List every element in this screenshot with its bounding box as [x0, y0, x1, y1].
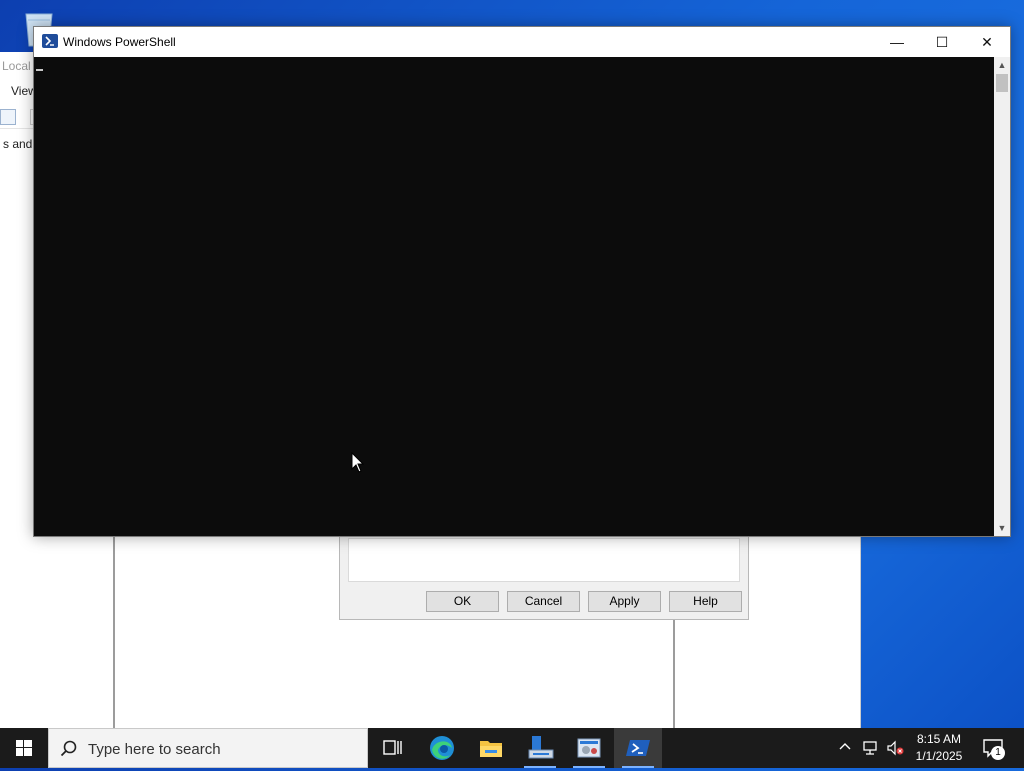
scroll-up-arrow-icon[interactable]: ▲: [994, 57, 1010, 73]
maximize-button[interactable]: ☐: [919, 27, 965, 57]
show-hidden-icons-chevron-icon[interactable]: [838, 740, 852, 757]
properties-content-panel: [348, 538, 740, 582]
vertical-scrollbar[interactable]: ▲ ▼: [994, 57, 1010, 536]
powershell-titlebar[interactable]: Windows PowerShell — ☐ ✕: [34, 27, 1010, 57]
powershell-window: Windows PowerShell — ☐ ✕ ▲ ▼: [33, 26, 1011, 537]
notification-count-badge: 1: [991, 746, 1005, 760]
action-center-button[interactable]: 1: [976, 728, 1016, 768]
mouse-pointer-icon: [351, 451, 365, 477]
search-placeholder: Type here to search: [88, 741, 221, 758]
windows-logo-icon: [16, 740, 32, 756]
clock-date[interactable]: 1/1/2025: [908, 749, 970, 763]
edge-button[interactable]: [418, 728, 466, 768]
ok-button[interactable]: OK: [426, 591, 499, 612]
edge-icon: [430, 736, 454, 760]
task-view-icon: [383, 740, 402, 755]
file-explorer-icon: [480, 741, 502, 757]
powershell-icon: [626, 740, 650, 756]
mmc-button[interactable]: [565, 728, 613, 768]
text-cursor: [36, 69, 43, 71]
clock-time[interactable]: 8:15 AM: [908, 732, 970, 746]
cancel-button[interactable]: Cancel: [507, 591, 580, 612]
network-icon[interactable]: [862, 739, 880, 760]
server-manager-button[interactable]: [516, 728, 564, 768]
taskbar: Type here to search 8:15 AM 1/1/2025 1: [0, 728, 1024, 768]
powershell-console[interactable]: [34, 57, 994, 536]
background-window-title: Local: [2, 59, 31, 73]
task-view-button[interactable]: [368, 728, 416, 768]
scroll-down-arrow-icon[interactable]: ▼: [994, 520, 1010, 536]
minimize-button[interactable]: —: [874, 27, 920, 57]
search-icon: [60, 740, 78, 761]
apply-button[interactable]: Apply: [588, 591, 661, 612]
mmc-icon: [577, 738, 601, 758]
powershell-taskbar-button[interactable]: [614, 728, 662, 768]
scrollbar-thumb[interactable]: [996, 74, 1008, 92]
window-title: Windows PowerShell: [63, 35, 176, 49]
start-button[interactable]: [0, 728, 48, 768]
server-manager-icon: [528, 736, 554, 759]
search-box[interactable]: Type here to search: [48, 728, 368, 768]
toolbar-view-icon[interactable]: [0, 109, 16, 125]
help-button[interactable]: Help: [669, 591, 742, 612]
powershell-icon: [42, 34, 58, 48]
volume-muted-icon[interactable]: [886, 739, 904, 760]
close-button[interactable]: ✕: [964, 27, 1010, 57]
file-explorer-button[interactable]: [467, 728, 515, 768]
